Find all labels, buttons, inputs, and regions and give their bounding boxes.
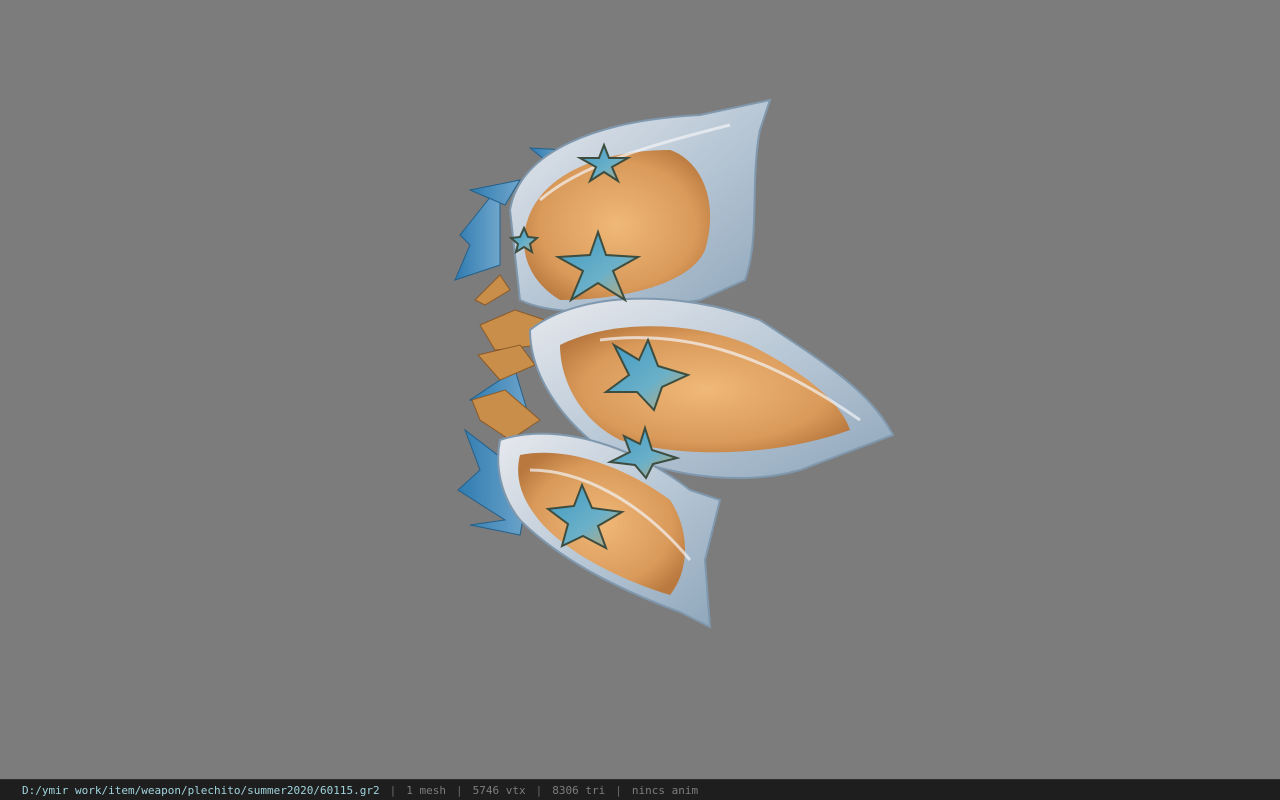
separator: | (535, 783, 543, 797)
triangle-count: 8306 tri (552, 783, 606, 797)
status-bar: D:/ymir work/item/weapon/plechito/summer… (0, 779, 1280, 800)
separator: | (456, 783, 463, 797)
weapon-model-render[interactable] (0, 0, 1280, 779)
mesh-count: 1 mesh (406, 783, 446, 797)
3d-viewport[interactable] (0, 0, 1280, 779)
separator: | (389, 783, 397, 797)
file-path: D:/ymir work/item/weapon/plechito/summer… (22, 783, 380, 797)
vertex-count: 5746 vtx (472, 783, 526, 797)
animation-status: nincs anim (631, 783, 699, 797)
separator: | (615, 783, 622, 797)
